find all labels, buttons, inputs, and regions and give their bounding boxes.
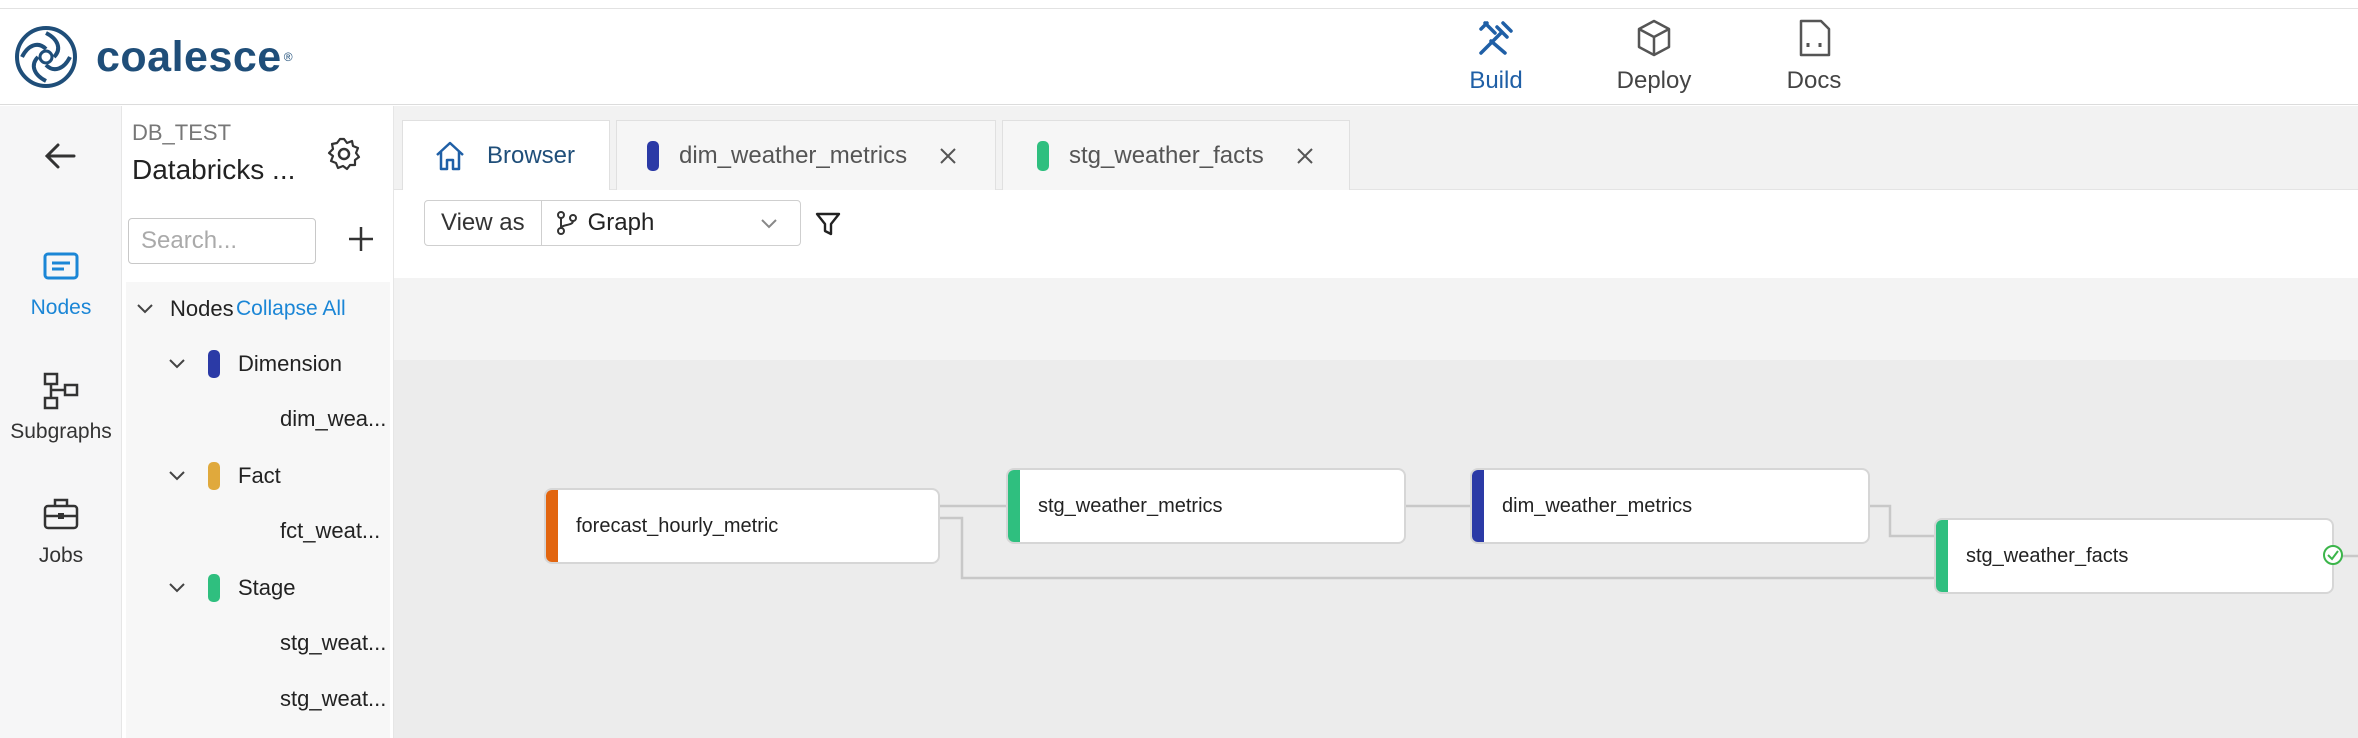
plus-icon[interactable] [344, 222, 378, 256]
fact-color-chip [208, 462, 220, 490]
topnav-docs[interactable]: Docs [1754, 17, 1874, 95]
topnav-deploy[interactable]: Deploy [1594, 17, 1714, 95]
document-icon [1799, 19, 1831, 57]
chevron-down-icon [169, 359, 185, 369]
stage-color-chip [208, 574, 220, 602]
coalesce-logo-icon [15, 26, 77, 88]
node-name: forecast_hourly_metric [576, 514, 779, 537]
tree-item[interactable]: fct_weat... [280, 518, 380, 544]
topnav-build-label: Build [1469, 67, 1523, 94]
briefcase-icon [43, 498, 79, 530]
topnav-deploy-label: Deploy [1616, 67, 1692, 94]
node-color-bar [1936, 520, 1948, 592]
tree-group-label: Dimension [238, 351, 342, 376]
subgraph-icon [43, 372, 79, 410]
package-icon [1637, 19, 1671, 57]
rail-item-jobs-label: Jobs [38, 544, 84, 567]
registered-mark: ® [283, 50, 293, 64]
topnav-build[interactable]: Build [1436, 17, 1556, 95]
rail-item-jobs[interactable]: Jobs [0, 494, 122, 568]
rail-item-subgraphs[interactable]: Subgraphs [0, 370, 122, 444]
graph-node-stg-weather-facts[interactable]: stg_weather_facts [1934, 518, 2334, 594]
rail-item-nodes-label: Nodes [30, 296, 92, 319]
navigator-panel: DB_TEST Databricks ... Nodes Collapse Al… [122, 106, 394, 738]
tree-item[interactable]: stg_weat... [280, 630, 386, 656]
rail-item-nodes[interactable]: Nodes [0, 246, 122, 320]
environment-name[interactable]: Databricks ... [132, 154, 295, 186]
graph-node-stg-weather-metrics[interactable]: stg_weather_metrics [1006, 468, 1406, 544]
node-name: dim_weather_metrics [1502, 494, 1693, 517]
rail-item-subgraphs-label: Subgraphs [10, 420, 112, 443]
node-tree: Nodes Collapse All Dimension dim_wea... … [126, 282, 390, 738]
collapse-all-link[interactable]: Collapse All [236, 297, 346, 321]
app-name: coalesce [96, 32, 282, 81]
topnav-docs-label: Docs [1786, 67, 1842, 94]
left-rail: Nodes Subgraphs Jobs [0, 106, 122, 738]
node-name: stg_weather_metrics [1038, 494, 1223, 517]
node-color-bar [1472, 470, 1484, 542]
graph-node-forecast-hourly-metric[interactable]: forecast_hourly_metric [544, 488, 940, 564]
tree-root-row[interactable]: Nodes [134, 296, 234, 322]
node-color-bar [546, 490, 558, 562]
tree-item[interactable]: dim_wea... [280, 406, 386, 432]
chevron-down-icon [137, 304, 153, 314]
arrow-left-icon[interactable] [40, 136, 80, 176]
tree-group-dimension[interactable]: Dimension [166, 350, 342, 378]
graph-node-dim-weather-metrics[interactable]: dim_weather_metrics [1470, 468, 1870, 544]
search-input[interactable] [128, 218, 316, 264]
tree-group-fact[interactable]: Fact [166, 462, 281, 490]
tree-item[interactable]: stg_weat... [280, 686, 386, 712]
gear-icon[interactable] [326, 136, 362, 172]
tree-group-stage[interactable]: Stage [166, 574, 296, 602]
environment-code: DB_TEST [132, 120, 232, 145]
tree-group-label: Stage [238, 575, 296, 600]
node-name: stg_weather_facts [1966, 544, 2129, 567]
tree-group-label: Fact [238, 463, 281, 488]
tree-root-label: Nodes [170, 296, 234, 321]
check-circle-icon [2323, 545, 2343, 565]
coalesce-logo[interactable]: coalesce ® [14, 25, 293, 89]
dimension-color-chip [208, 350, 220, 378]
chevron-down-icon [169, 583, 185, 593]
top-header: coalesce ® Build Deploy Docs [0, 8, 2358, 105]
node-color-bar [1008, 470, 1020, 542]
build-tools-icon [1479, 21, 1513, 55]
main-workspace: Browser dim_weather_metrics stg_weather_… [394, 106, 2358, 738]
graph-edges [938, 504, 2358, 580]
nodes-icon [43, 252, 79, 280]
chevron-down-icon [169, 471, 185, 481]
